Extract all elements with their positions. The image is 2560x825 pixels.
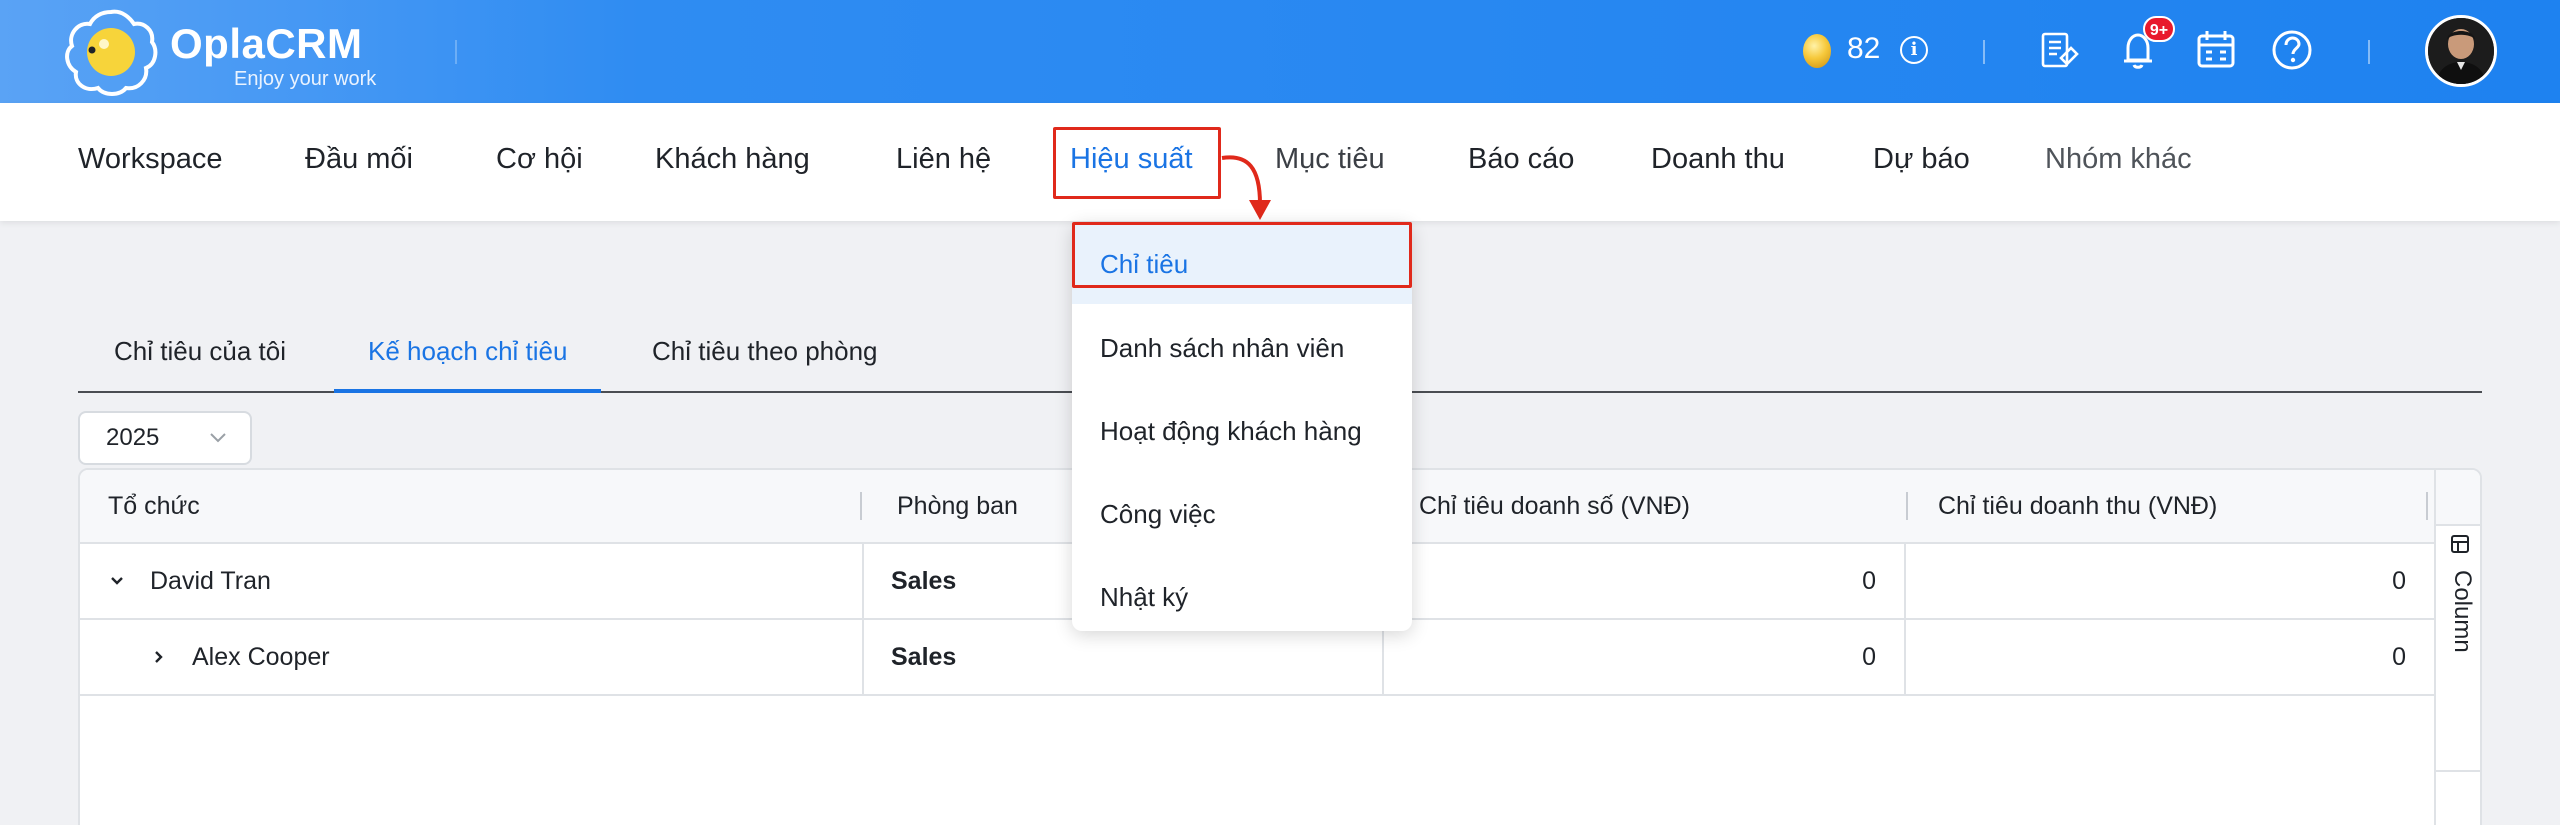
help-icon[interactable] bbox=[2268, 26, 2316, 74]
tab-target-plan[interactable]: Kế hoạch chỉ tiêu bbox=[334, 329, 602, 393]
column-settings-panel[interactable]: Column bbox=[2434, 470, 2480, 825]
main-nav: Workspace Đầu mối Cơ hội Khách hàng Liên… bbox=[0, 103, 2560, 221]
brand-tagline: Enjoy your work bbox=[234, 68, 377, 90]
menu-item-customer-activity[interactable]: Hoạt động khách hàng bbox=[1072, 389, 1412, 473]
column-header-revenue-target: Chỉ tiêu doanh thu (VNĐ) bbox=[1938, 492, 2218, 520]
row-sales-target: 0 bbox=[1862, 643, 1876, 671]
annotation-arrow bbox=[1221, 155, 1271, 220]
menu-item-tasks[interactable]: Công việc bbox=[1072, 472, 1412, 556]
column-resizer[interactable] bbox=[1906, 492, 1908, 520]
divider bbox=[2436, 770, 2480, 772]
year-select[interactable]: 2025 bbox=[78, 411, 252, 465]
row-name: Alex Cooper bbox=[192, 643, 330, 671]
divider bbox=[862, 620, 864, 694]
tab-my-targets[interactable]: Chỉ tiêu của tôi bbox=[114, 329, 286, 393]
column-header-organization: Tổ chức bbox=[108, 492, 200, 520]
divider bbox=[2368, 40, 2370, 64]
row-department: Sales bbox=[891, 567, 957, 595]
info-icon[interactable]: i bbox=[1900, 36, 1928, 64]
coin-count: 82 bbox=[1847, 32, 1881, 65]
avatar[interactable] bbox=[2425, 15, 2497, 87]
logo-icon[interactable] bbox=[62, 6, 160, 98]
calendar-icon[interactable] bbox=[2192, 26, 2240, 74]
chevron-down-icon bbox=[210, 433, 226, 443]
chevron-right-icon[interactable] bbox=[150, 648, 168, 666]
year-value: 2025 bbox=[106, 424, 160, 451]
menu-item-employee-list[interactable]: Danh sách nhân viên bbox=[1072, 306, 1412, 390]
divider bbox=[455, 40, 457, 64]
side-panel-header bbox=[2436, 470, 2480, 526]
column-button[interactable]: Column bbox=[2446, 570, 2476, 653]
row-name: David Tran bbox=[150, 567, 271, 595]
column-resizer[interactable] bbox=[2426, 492, 2428, 520]
performance-dropdown-menu: Chỉ tiêu Danh sách nhân viên Hoạt động k… bbox=[1072, 222, 1412, 631]
nav-item-other-groups[interactable]: Nhóm khác bbox=[2045, 143, 2192, 176]
highlight-box bbox=[1072, 222, 1412, 288]
nav-item-workspace[interactable]: Workspace bbox=[78, 143, 223, 176]
nav-item-leads[interactable]: Đầu mối bbox=[305, 143, 413, 176]
notification-badge: 9+ bbox=[2143, 16, 2175, 42]
row-sales-target: 0 bbox=[1862, 567, 1876, 595]
column-resizer[interactable] bbox=[860, 492, 862, 520]
report-icon[interactable] bbox=[2035, 26, 2083, 74]
column-header-sales-target: Chỉ tiêu doanh số (VNĐ) bbox=[1419, 492, 1690, 520]
column-header-department: Phòng ban bbox=[897, 492, 1018, 520]
nav-item-forecast[interactable]: Dự báo bbox=[1873, 143, 1970, 176]
row-revenue-target: 0 bbox=[2392, 567, 2406, 595]
divider bbox=[1983, 40, 1985, 64]
nav-item-opportunities[interactable]: Cơ hội bbox=[496, 143, 583, 176]
nav-item-contacts[interactable]: Liên hệ bbox=[896, 143, 991, 176]
row-department: Sales bbox=[891, 643, 957, 671]
nav-item-reports[interactable]: Báo cáo bbox=[1468, 143, 1574, 176]
highlight-box bbox=[1053, 127, 1221, 199]
chevron-down-icon[interactable] bbox=[108, 572, 126, 590]
columns-icon[interactable] bbox=[2450, 534, 2470, 554]
coin-icon bbox=[1803, 34, 1831, 68]
nav-item-customers[interactable]: Khách hàng bbox=[655, 143, 810, 176]
top-bar: OplaCRM Enjoy your work 82 i 9+ bbox=[0, 0, 2560, 103]
nav-item-goals[interactable]: Mục tiêu bbox=[1275, 143, 1385, 176]
divider bbox=[862, 544, 864, 618]
nav-item-revenue[interactable]: Doanh thu bbox=[1651, 143, 1785, 176]
menu-item-logs[interactable]: Nhật ký bbox=[1072, 555, 1412, 639]
row-revenue-target: 0 bbox=[2392, 643, 2406, 671]
brand-name: OplaCRM bbox=[170, 20, 363, 67]
tab-targets-by-department[interactable]: Chỉ tiêu theo phòng bbox=[652, 329, 878, 393]
